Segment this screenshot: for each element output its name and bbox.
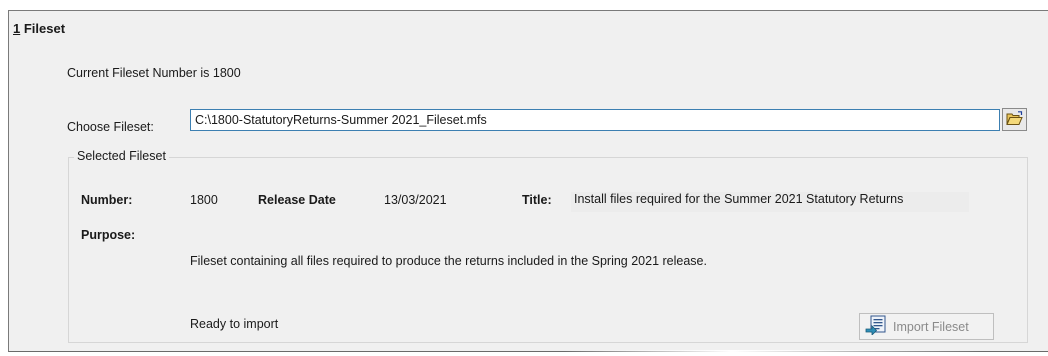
release-date-value: 13/03/2021 [384,193,447,207]
import-fileset-button[interactable]: Import Fileset [859,313,994,340]
import-fileset-label: Import Fileset [893,319,969,334]
purpose-label: Purpose: [81,228,136,242]
section-title-text: Fileset [20,21,66,36]
selected-fileset-legend: Selected Fileset [74,149,169,163]
title-value: Install files required for the Summer 20… [574,192,904,206]
release-date-label: Release Date [258,193,336,207]
bottom-divider [564,350,984,352]
open-folder-icon [1006,110,1023,129]
number-label: Number: [81,193,133,207]
choose-fileset-label: Choose Fileset: [67,120,154,134]
title-label: Title: [522,193,552,207]
purpose-value: Fileset containing all files required to… [190,254,707,268]
fileset-path-input[interactable] [190,109,1000,131]
import-status-text: Ready to import [190,317,279,331]
number-value: 1800 [190,193,218,207]
browse-fileset-button[interactable] [1002,108,1027,131]
import-fileset-icon [865,315,887,338]
title-value-box: Install files required for the Summer 20… [571,192,969,212]
fileset-panel: 1 Fileset Current Fileset Number is 1800… [8,10,1048,352]
current-fileset-text: Current Fileset Number is 1800 [67,66,241,80]
section-title: 1 Fileset [13,21,65,36]
selected-fileset-group: Selected Fileset Number: 1800 Release Da… [68,149,1028,343]
